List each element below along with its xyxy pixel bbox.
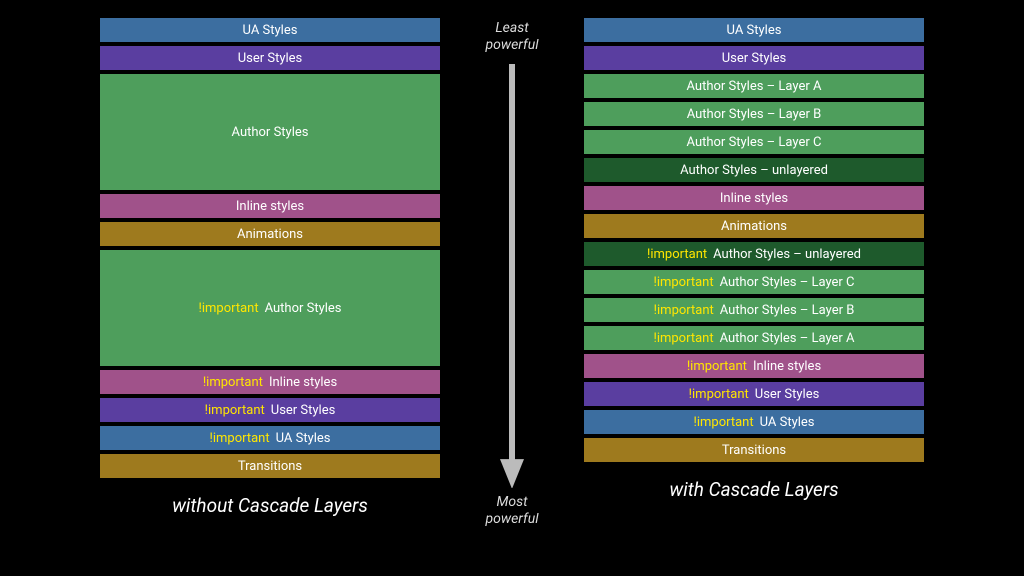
layer-label: User Styles bbox=[755, 387, 820, 402]
cascade-layer: !important Author Styles – Layer C bbox=[584, 270, 924, 294]
layer-label: User Styles bbox=[238, 51, 303, 66]
cascade-layer: Animations bbox=[100, 222, 440, 246]
cascade-layer: !important Author Styles bbox=[100, 250, 440, 366]
layer-label: User Styles bbox=[271, 403, 336, 418]
layer-label: Author Styles – unlayered bbox=[713, 247, 861, 262]
layer-label: Inline styles bbox=[269, 375, 337, 390]
cascade-layer: User Styles bbox=[100, 46, 440, 70]
power-scale: Leastpowerful Mostpowerful bbox=[440, 0, 584, 576]
layer-label: UA Styles bbox=[760, 415, 815, 430]
layer-label: Author Styles – Layer A bbox=[720, 331, 855, 346]
layer-label: Author Styles bbox=[232, 125, 309, 140]
cascade-layer: !important Author Styles – unlayered bbox=[584, 242, 924, 266]
cascade-layer: !important Inline styles bbox=[584, 354, 924, 378]
layer-label: Author Styles – Layer A bbox=[687, 79, 822, 94]
important-marker: !important bbox=[654, 303, 714, 318]
layer-label: Animations bbox=[237, 227, 303, 242]
layer-label: UA Styles bbox=[243, 23, 298, 38]
layer-label: Author Styles – unlayered bbox=[680, 163, 828, 178]
layer-label: Author Styles – Layer B bbox=[687, 107, 822, 122]
scale-bottom-text: Mostpowerful bbox=[486, 494, 539, 527]
layer-label: UA Styles bbox=[727, 23, 782, 38]
layer-label: Author Styles bbox=[265, 301, 342, 316]
layer-label: User Styles bbox=[722, 51, 787, 66]
arrow-wrap bbox=[497, 54, 527, 495]
cascade-layer: !important Author Styles – Layer A bbox=[584, 326, 924, 350]
scale-label-top: Leastpowerful bbox=[486, 20, 539, 54]
cascade-layer: Author Styles – Layer A bbox=[584, 74, 924, 98]
important-marker: !important bbox=[689, 387, 749, 402]
cascade-layer: Author Styles – Layer B bbox=[584, 102, 924, 126]
layer-label: Author Styles – Layer C bbox=[687, 135, 822, 150]
layer-label: Author Styles – Layer B bbox=[720, 303, 855, 318]
cascade-layer: !important User Styles bbox=[100, 398, 440, 422]
cascade-layer: !important UA Styles bbox=[100, 426, 440, 450]
cascade-layer: Inline styles bbox=[100, 194, 440, 218]
cascade-layer: Transitions bbox=[100, 454, 440, 478]
scale-top-text: Leastpowerful bbox=[486, 20, 539, 53]
cascade-layer: Author Styles – Layer C bbox=[584, 130, 924, 154]
layer-label: Transitions bbox=[722, 443, 786, 458]
cascade-layer: Author Styles – unlayered bbox=[584, 158, 924, 182]
layer-label: Animations bbox=[721, 219, 787, 234]
caption-right: with Cascade Layers bbox=[584, 478, 924, 501]
important-marker: !important bbox=[205, 403, 265, 418]
important-marker: !important bbox=[653, 275, 713, 290]
cascade-layer: UA Styles bbox=[584, 18, 924, 42]
cascade-layer: !important User Styles bbox=[584, 382, 924, 406]
cascade-layer: Inline styles bbox=[584, 186, 924, 210]
important-marker: !important bbox=[198, 301, 258, 316]
important-marker: !important bbox=[203, 375, 263, 390]
caption-left: without Cascade Layers bbox=[100, 494, 440, 517]
column-without-layers: UA Styles User Styles Author Styles Inline … bbox=[100, 0, 440, 576]
layer-label: Inline styles bbox=[753, 359, 821, 374]
important-marker: !important bbox=[694, 415, 754, 430]
cascade-layer: Animations bbox=[584, 214, 924, 238]
layer-label: Inline styles bbox=[236, 199, 304, 214]
scale-label-bottom: Mostpowerful bbox=[486, 494, 539, 528]
important-marker: !important bbox=[210, 431, 270, 446]
cascade-layer: Author Styles bbox=[100, 74, 440, 190]
cascade-layer: !important UA Styles bbox=[584, 410, 924, 434]
column-with-layers: UA Styles User Styles Author Styles – Laye… bbox=[584, 0, 924, 576]
important-marker: !important bbox=[647, 247, 707, 262]
cascade-layer: !important Inline styles bbox=[100, 370, 440, 394]
important-marker: !important bbox=[687, 359, 747, 374]
important-marker: !important bbox=[653, 331, 713, 346]
layer-label: Author Styles – Layer C bbox=[720, 275, 855, 290]
layer-label: UA Styles bbox=[276, 431, 331, 446]
cascade-layer: UA Styles bbox=[100, 18, 440, 42]
layer-label: Transitions bbox=[238, 459, 302, 474]
cascade-layer: Transitions bbox=[584, 438, 924, 462]
layer-label: Inline styles bbox=[720, 191, 788, 206]
cascade-layer: User Styles bbox=[584, 46, 924, 70]
arrow-down-icon bbox=[497, 64, 527, 489]
cascade-layer: !important Author Styles – Layer B bbox=[584, 298, 924, 322]
